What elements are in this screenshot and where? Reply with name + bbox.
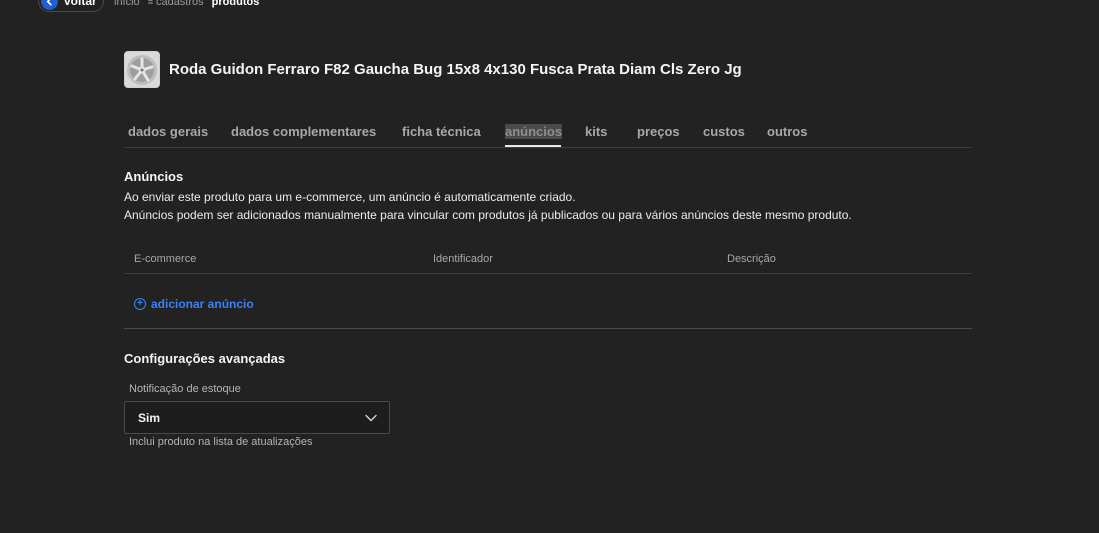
anuncios-title: Anúncios (124, 169, 184, 184)
chevron-left-icon (41, 0, 58, 10)
breadcrumb-produtos: produtos (211, 0, 260, 8)
product-header: Roda Guidon Ferraro F82 Gaucha Bug 15x8 … (124, 51, 742, 88)
tab-custos[interactable]: custos (703, 124, 745, 139)
stock-notification-value: Sim (138, 410, 161, 425)
tab-dados-complementares[interactable]: dados complementares (231, 124, 376, 139)
top-bar: voltar início ≡ cadastros produtos (0, 0, 1099, 12)
product-thumbnail (124, 51, 160, 88)
tab-ficha-tecnica[interactable]: ficha técnica (402, 124, 481, 139)
anuncios-table-header: E-commerce Identificador Descrição (124, 245, 972, 274)
back-button[interactable]: voltar (38, 0, 104, 12)
menu-icon: ≡ (147, 0, 153, 7)
stock-notification-select[interactable]: Sim (124, 401, 390, 434)
stock-notification-label: Notificação de estoque (129, 383, 241, 395)
stock-notification-hint: Inclui produto na lista de atualizações (129, 436, 313, 448)
anuncios-description-2: Anúncios podem ser adicionados manualmen… (124, 208, 852, 222)
add-anuncio-label: adicionar anúncio (151, 297, 254, 311)
plus-circle-icon: + (134, 298, 146, 310)
breadcrumb-cadastros[interactable]: cadastros (156, 0, 204, 8)
tab-outros[interactable]: outros (767, 124, 807, 139)
section-divider (124, 328, 972, 329)
column-identificador: Identificador (433, 253, 493, 265)
active-tab-indicator (505, 145, 561, 147)
column-descricao: Descrição (727, 253, 776, 265)
breadcrumb: início ≡ cadastros produtos (114, 0, 259, 8)
add-anuncio-button[interactable]: + adicionar anúncio (134, 297, 254, 311)
anuncios-description-1: Ao enviar este produto para um e-commerc… (124, 190, 576, 204)
chevron-down-icon (365, 409, 377, 427)
tab-bar: dados gerais dados complementares ficha … (124, 120, 972, 148)
product-title: Roda Guidon Ferraro F82 Gaucha Bug 15x8 … (169, 61, 742, 78)
tab-dados-gerais[interactable]: dados gerais (128, 124, 208, 139)
back-button-label: voltar (64, 0, 97, 8)
advanced-settings-title: Configurações avançadas (124, 351, 286, 366)
tab-kits[interactable]: kits (585, 124, 607, 139)
tab-precos[interactable]: preços (637, 124, 680, 139)
tab-anuncios[interactable]: anúncios (505, 124, 563, 139)
breadcrumb-home[interactable]: início (114, 0, 140, 8)
column-ecommerce: E-commerce (134, 253, 197, 265)
